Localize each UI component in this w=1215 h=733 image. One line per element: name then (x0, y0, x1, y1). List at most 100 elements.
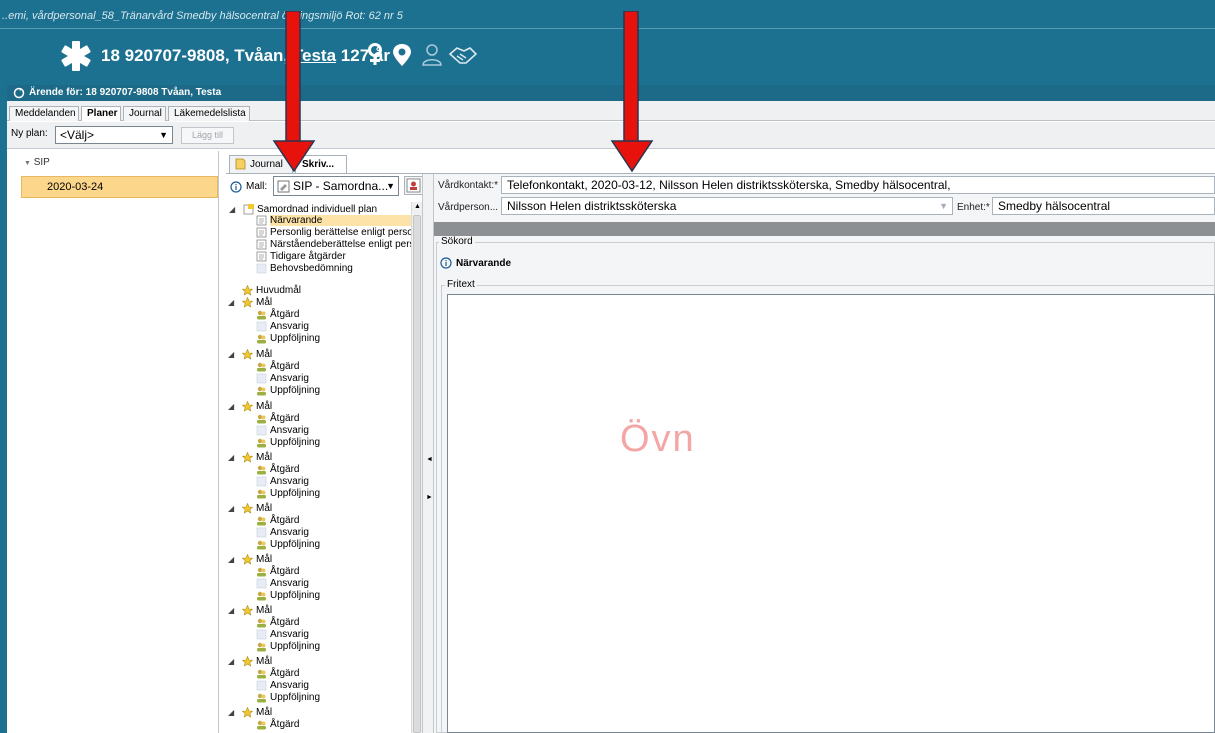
template-doc-icon (277, 180, 290, 193)
tree-node-label: Uppföljning (270, 641, 321, 652)
tree-node-label: Personlig berättelse enligt person (270, 227, 411, 238)
freetext-legend: Fritext (445, 279, 477, 290)
expand-triangle-icon[interactable]: ◢ (228, 554, 234, 565)
expand-triangle-icon[interactable]: ◢ (228, 503, 234, 514)
blank-node-icon (256, 425, 267, 436)
unit-field[interactable]: Smedby hälsocentral (992, 197, 1215, 215)
medical-star-icon (61, 41, 91, 71)
expand-right-icon[interactable]: ► (426, 494, 433, 501)
tree-node-label: Uppföljning (270, 692, 321, 703)
patient-identity: 18 920707-9808, Tvåan, Testa 127 år (101, 46, 390, 66)
unit-label: Enhet:* (957, 202, 990, 213)
people-node-icon (257, 540, 266, 550)
people-node-icon (257, 693, 266, 703)
sip-list-panel: ▼ SIP 2020-03-24 (20, 151, 219, 733)
staff-label: Vårdperson... (438, 202, 499, 213)
star-node-icon (242, 452, 253, 463)
collapse-triangle-icon[interactable]: ▼ (24, 160, 31, 167)
left-edge-bar (0, 98, 7, 733)
keyword-title: Närvarande (440, 257, 512, 269)
expand-triangle-icon[interactable]: ◢ (228, 656, 234, 667)
tree-node-label: Ansvarig (270, 321, 309, 332)
freetext-input[interactable] (447, 294, 1215, 733)
tree-node-label: Åtgärd (270, 617, 300, 628)
plan-tree: ◢ Samordnad individuell plan Närvarande Per… (228, 202, 411, 733)
people-node-icon (257, 567, 266, 577)
expand-triangle-icon[interactable]: ◢ (228, 349, 234, 360)
new-plan-value: <Välj> (60, 128, 95, 142)
info-icon[interactable] (440, 257, 452, 269)
tree-node-label: Uppföljning (270, 488, 321, 499)
person-outline-icon[interactable] (420, 42, 444, 68)
star-node-icon (242, 605, 253, 616)
keyword-title-text: Närvarande (456, 258, 512, 269)
collapse-left-icon[interactable]: ◄ (426, 456, 433, 463)
people-node-icon (257, 465, 266, 475)
people-node-icon (257, 618, 266, 628)
patient-id: 18 920707-9808, (101, 46, 230, 65)
blank-node-icon (256, 373, 267, 384)
journal-note-icon (235, 158, 246, 170)
expand-triangle-icon[interactable]: ◢ (228, 452, 234, 463)
red-arrow-contact (610, 11, 654, 173)
doc-node-icon (256, 251, 267, 262)
people-node-icon (257, 386, 266, 396)
add-plan-button[interactable]: Lägg till (181, 127, 234, 144)
case-title: Ärende för: 18 920707-9808 Tvåan, Testa (29, 87, 222, 98)
expand-triangle-icon[interactable]: ◢ (228, 605, 234, 616)
tree-node-label: Uppföljning (270, 539, 321, 550)
doc-node-icon (256, 215, 267, 226)
blank-node-icon (256, 578, 267, 589)
expand-triangle-icon[interactable]: ◢ (228, 707, 234, 718)
sip-group-header[interactable]: ▼ SIP (20, 151, 219, 175)
tab-lakemedelslista[interactable]: Läkemedelslista (168, 106, 250, 121)
scroll-up-icon[interactable]: ▲ (413, 203, 422, 213)
star-node-icon (242, 554, 253, 565)
expand-triangle-icon[interactable]: ◢ (229, 204, 235, 215)
contact-field[interactable]: Telefonkontakt, 2020-03-12, Nilsson Hele… (501, 176, 1215, 194)
expand-triangle-icon[interactable]: ◢ (228, 297, 234, 308)
tree-node-label: Mål (256, 554, 273, 565)
handshake-icon[interactable] (448, 42, 478, 68)
tree-node-label: Åtgärd (270, 719, 300, 730)
blank-node-icon (256, 680, 267, 691)
keyword-legend: Sökord (439, 236, 475, 247)
red-arrow-template (272, 11, 316, 173)
pane-splitter[interactable]: ◄ ► (422, 174, 434, 733)
tree-node-label: Ansvarig (270, 476, 309, 487)
scroll-thumb[interactable] (413, 215, 421, 733)
tree-node-label: Åtgärd (270, 566, 300, 577)
info-icon[interactable] (230, 181, 242, 193)
refresh-circle-icon[interactable] (13, 87, 25, 99)
tree-node-label: Mål (256, 401, 273, 412)
staff-value: Nilsson Helen distriktssköterska (507, 199, 677, 213)
tree-scrollbar[interactable]: ▲ (411, 202, 422, 733)
tab-planer[interactable]: Planer (81, 106, 121, 121)
section-divider-bar (434, 222, 1215, 236)
tab-journal[interactable]: Journal (123, 106, 166, 121)
expand-triangle-icon[interactable]: ◢ (228, 401, 234, 412)
tree-node-label: Uppföljning (270, 385, 321, 396)
contact-label: Vårdkontakt:* (438, 180, 499, 191)
people-node-icon (257, 591, 266, 601)
staff-select[interactable]: Nilsson Helen distriktssköterska ▼ (501, 197, 953, 215)
tree-node-label: Uppföljning (270, 590, 321, 601)
star-node-icon (242, 707, 253, 718)
tree-node-label: Ansvarig (270, 629, 309, 640)
new-plan-select[interactable]: <Välj> ▼ (55, 126, 173, 144)
template-select[interactable]: SIP - Samordna... ▼ (273, 176, 399, 196)
practice-watermark: Övn (620, 418, 696, 460)
chevron-down-icon: ▼ (159, 130, 168, 140)
sub-tab-strip: Journal Skriv... (226, 151, 1215, 173)
blank-node-icon (256, 263, 267, 274)
tree-node-label: Ansvarig (270, 373, 309, 384)
tree-node-label: Uppföljning (270, 437, 321, 448)
tree-node-label: Åtgärd (270, 361, 300, 372)
tree-node-label: Ansvarig (270, 578, 309, 589)
star-node-icon (242, 349, 253, 360)
tab-meddelanden[interactable]: Meddelanden (9, 106, 79, 121)
template-person-button[interactable] (404, 176, 423, 195)
blank-node-icon (256, 527, 267, 538)
sip-item-date[interactable]: 2020-03-24 (21, 176, 218, 198)
tree-node-label: Närståendeberättelse enligt pers (270, 239, 411, 250)
